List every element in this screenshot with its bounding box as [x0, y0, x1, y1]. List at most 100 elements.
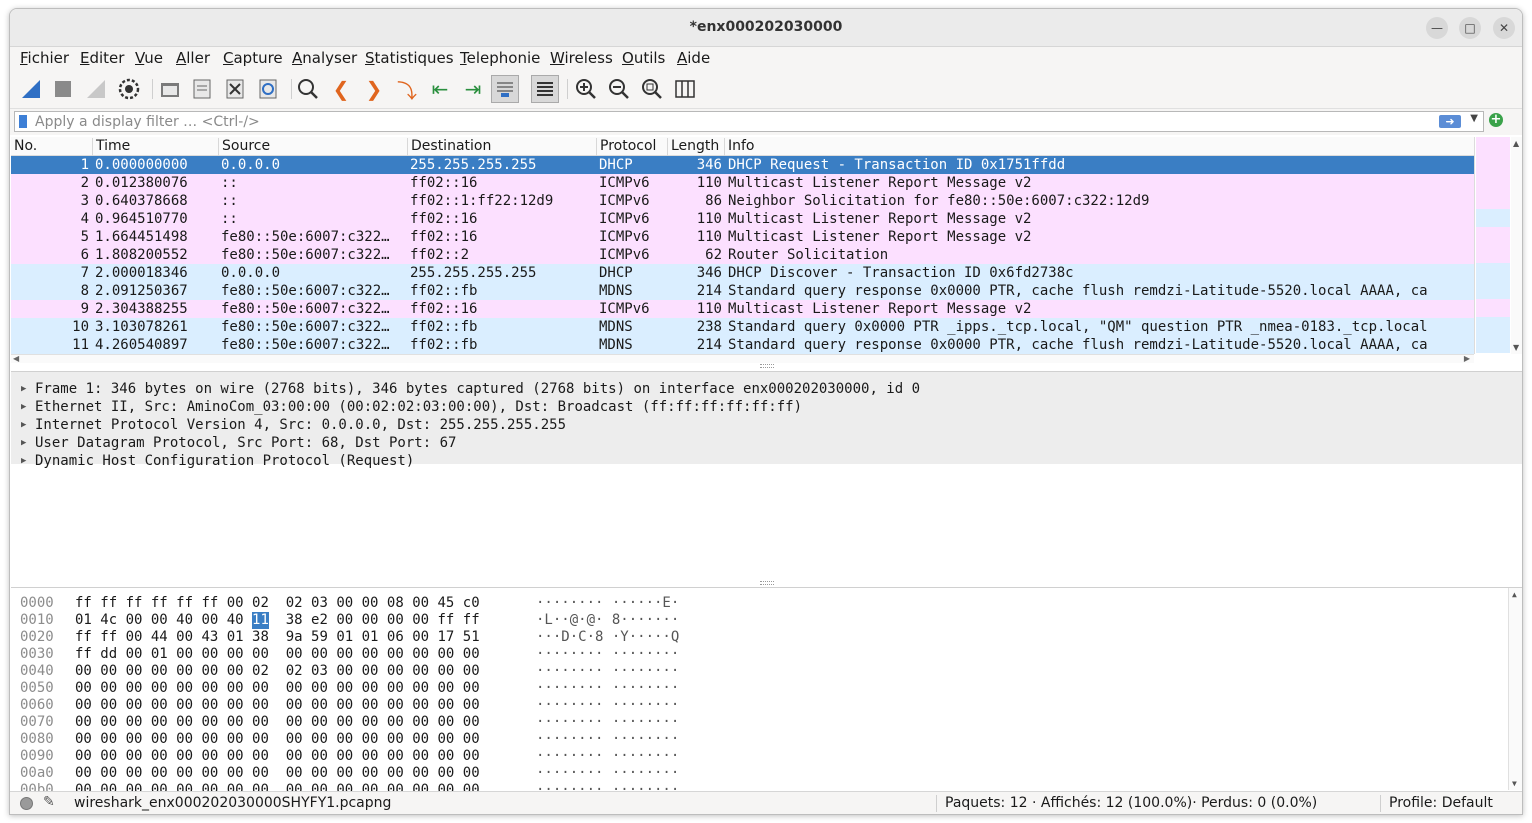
hex-byte[interactable]: 00 — [75, 731, 92, 748]
hex-byte[interactable]: 00 — [336, 748, 353, 765]
hex-byte[interactable]: 17 — [437, 629, 454, 646]
tree-item-ethernet[interactable]: ▶ Ethernet II, Src: AminoCom_03:00:00 (00… — [21, 398, 802, 416]
hex-byte[interactable]: 02 — [252, 595, 269, 612]
hex-byte[interactable]: 00 — [311, 680, 328, 697]
hex-byte[interactable]: 00 — [252, 731, 269, 748]
hex-byte[interactable]: 00 — [227, 765, 244, 782]
hex-byte[interactable]: 00 — [176, 697, 193, 714]
hex-ascii[interactable]: ········ ········ — [536, 680, 679, 697]
hex-byte[interactable]: 00 — [387, 765, 404, 782]
hex-byte[interactable]: 00 — [362, 663, 379, 680]
packet-row[interactable]: 7 2.000018346 0.0.0.0 255.255.255.255 DHCP 34… — [11, 264, 1474, 282]
hex-byte[interactable]: ff — [176, 595, 193, 612]
hex-byte[interactable]: 00 — [387, 612, 404, 629]
hex-byte[interactable]: 00 — [227, 663, 244, 680]
packet-row[interactable]: 3 0.640378668:: ff02::1:ff22:12d9 ICMPv6 86 N… — [11, 192, 1474, 210]
packet-list-scrollbar[interactable]: ▲ ▼ — [1474, 137, 1522, 354]
packet-row[interactable]: 8 2.091250367 fe80::50e:6007:c322… ff02::fb… — [11, 282, 1474, 300]
tree-item-ipv4[interactable]: ▶ Internet Protocol Version 4, Src: 0.0.0… — [21, 416, 566, 434]
hex-byte[interactable]: 00 — [252, 714, 269, 731]
hex-byte[interactable]: ff — [437, 612, 454, 629]
hex-byte[interactable]: 00 — [311, 697, 328, 714]
expand-arrow-icon[interactable]: ▶ — [21, 434, 35, 452]
hex-byte[interactable]: 00 — [227, 595, 244, 612]
hex-byte[interactable]: 00 — [227, 680, 244, 697]
hex-byte[interactable]: 00 — [412, 629, 429, 646]
hex-byte[interactable]: 00 — [252, 697, 269, 714]
colorize-icon[interactable] — [531, 75, 559, 103]
hex-byte[interactable]: 01 — [336, 629, 353, 646]
hex-byte[interactable]: 00 — [201, 612, 218, 629]
hex-byte[interactable]: 00 — [151, 731, 168, 748]
hex-byte[interactable]: 00 — [75, 714, 92, 731]
hex-byte[interactable]: 00 — [387, 697, 404, 714]
go-back-icon[interactable]: ❮ — [327, 75, 355, 103]
hex-byte[interactable]: 40 — [176, 612, 193, 629]
normal-size-icon[interactable] — [638, 75, 666, 103]
hex-byte[interactable]: 00 — [387, 646, 404, 663]
hex-byte[interactable]: 02 — [286, 595, 303, 612]
menu-editer[interactable]: Editer — [80, 49, 124, 67]
hex-byte[interactable]: 00 — [100, 748, 117, 765]
column-header-no[interactable]: No. — [11, 138, 93, 156]
shark-fin-restart-icon[interactable] — [82, 75, 110, 103]
hex-byte[interactable]: 00 — [151, 765, 168, 782]
hex-byte[interactable]: 00 — [412, 612, 429, 629]
horizontal-scrollbar[interactable]: ◀ ▶ — [11, 354, 1474, 363]
hex-byte[interactable]: 00 — [362, 731, 379, 748]
hex-byte[interactable]: 00 — [437, 646, 454, 663]
packet-row[interactable]: 1 0.000000000 0.0.0.0 255.255.255.255 DHCP 34… — [11, 156, 1474, 174]
hex-byte[interactable]: c0 — [463, 595, 480, 612]
hex-byte[interactable]: 40 — [227, 612, 244, 629]
first-packet-icon[interactable]: ⇤ — [426, 75, 454, 103]
hex-byte[interactable]: 00 — [151, 748, 168, 765]
hex-byte[interactable]: 00 — [311, 646, 328, 663]
expert-info-icon[interactable] — [20, 797, 33, 810]
hex-byte[interactable]: 00 — [412, 646, 429, 663]
menu-capture[interactable]: Capture — [223, 49, 283, 67]
menu-fichier[interactable]: Fichier — [20, 49, 69, 67]
hex-byte[interactable]: 00 — [176, 646, 193, 663]
folder-open-icon[interactable] — [156, 75, 184, 103]
hex-byte[interactable]: 00 — [336, 680, 353, 697]
find-packet-icon[interactable] — [294, 75, 322, 103]
hex-byte[interactable]: 01 — [75, 612, 92, 629]
bookmark-icon[interactable] — [19, 115, 27, 128]
menu-telephonie[interactable]: Telephonie — [460, 49, 540, 67]
capture-comment-icon[interactable]: ✎ — [43, 794, 55, 810]
hex-byte[interactable]: 00 — [126, 646, 143, 663]
hex-byte[interactable]: 00 — [336, 697, 353, 714]
hex-byte[interactable]: 06 — [387, 629, 404, 646]
hex-byte[interactable]: 00 — [286, 748, 303, 765]
hex-byte[interactable]: 00 — [176, 748, 193, 765]
hex-byte[interactable]: 00 — [126, 612, 143, 629]
hex-byte[interactable]: 00 — [437, 680, 454, 697]
menu-vue[interactable]: Vue — [135, 49, 163, 67]
menu-aide[interactable]: Aide — [677, 49, 710, 67]
reload-icon[interactable] — [254, 75, 282, 103]
hex-byte[interactable]: 00 — [227, 714, 244, 731]
hex-byte[interactable]: 00 — [126, 748, 143, 765]
hex-byte[interactable]: 00 — [100, 663, 117, 680]
hex-byte[interactable]: 00 — [100, 765, 117, 782]
hex-byte[interactable]: 00 — [463, 714, 480, 731]
hex-byte[interactable]: ff — [126, 595, 143, 612]
hex-byte[interactable]: ff — [100, 595, 117, 612]
hex-byte[interactable]: 00 — [252, 646, 269, 663]
go-to-packet-icon[interactable]: ⤵ — [393, 75, 421, 103]
hex-byte[interactable]: 00 — [201, 731, 218, 748]
hex-byte[interactable]: 00 — [311, 714, 328, 731]
packet-row[interactable]: 9 2.304388255 fe80::50e:6007:c322… ff02::16… — [11, 300, 1474, 318]
tree-item-frame[interactable]: ▶ Frame 1: 346 bytes on wire (2768 bits),… — [21, 380, 920, 398]
hex-byte[interactable]: 38 — [252, 629, 269, 646]
hex-byte[interactable]: 00 — [336, 663, 353, 680]
hex-byte[interactable]: 00 — [387, 748, 404, 765]
hex-byte[interactable]: 00 — [362, 646, 379, 663]
hex-byte[interactable]: 00 — [227, 697, 244, 714]
hex-byte[interactable]: 00 — [201, 663, 218, 680]
hex-byte[interactable]: 00 — [412, 663, 429, 680]
hex-byte[interactable]: 00 — [201, 646, 218, 663]
packet-row[interactable]: 6 1.808200552 fe80::50e:6007:c322… ff02::2 I… — [11, 246, 1474, 264]
hex-byte[interactable]: 03 — [311, 663, 328, 680]
filter-history-chevron-down-icon[interactable]: ▼ — [1470, 113, 1478, 124]
